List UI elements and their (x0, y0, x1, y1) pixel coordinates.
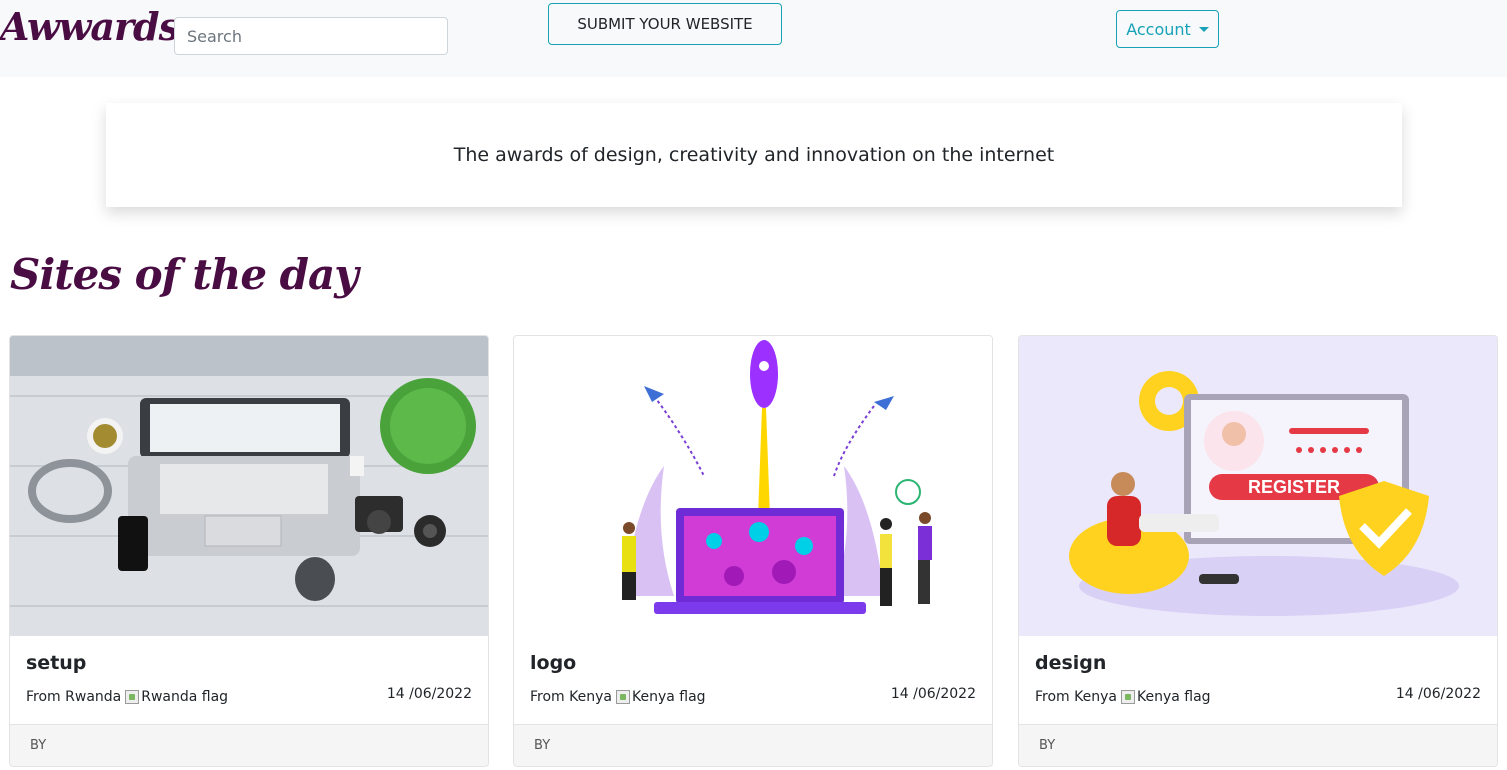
site-card[interactable]: logo From Kenya Kenya flag 14 /06/2022 B… (513, 335, 993, 767)
card-footer-by: BY (1039, 738, 1056, 753)
brand-logo[interactable]: Awwards (0, 4, 180, 49)
account-dropdown-button[interactable]: Account (1116, 10, 1219, 48)
broken-image-icon (615, 690, 630, 704)
card-title[interactable]: design (1035, 652, 1106, 674)
card-footer-by: BY (30, 738, 47, 753)
desk-setup-image[interactable] (10, 336, 488, 636)
flag-alt-text: Kenya flag (631, 689, 706, 705)
card-from-text: From Rwanda (26, 689, 122, 705)
card-from-text: From Kenya (1035, 689, 1117, 705)
flag-image: Kenya flag (1120, 689, 1211, 705)
caret-down-icon (1198, 26, 1209, 32)
account-label: Account (1126, 19, 1191, 39)
card-date: 14 /06/2022 (1395, 686, 1481, 702)
card-title[interactable]: logo (530, 652, 576, 674)
broken-image-icon (1120, 690, 1135, 704)
card-footer: BY (514, 724, 992, 766)
register-image-text: REGISTER (1248, 477, 1340, 497)
search-input[interactable] (174, 17, 448, 55)
section-title: Sites of the day (10, 250, 359, 299)
flag-alt-text: Rwanda flag (141, 689, 229, 705)
flag-image: Rwanda flag (125, 689, 228, 705)
broken-image-icon (125, 690, 140, 704)
card-footer: BY (1019, 724, 1497, 766)
card-title[interactable]: setup (26, 652, 86, 674)
card-from-text: From Kenya (530, 689, 612, 705)
hero-banner: The awards of design, creativity and inn… (106, 103, 1402, 207)
flag-alt-text: Kenya flag (1136, 689, 1211, 705)
submit-website-button[interactable]: SUBMIT YOUR WEBSITE (548, 3, 782, 45)
card-origin: From Kenya Kenya flag (1035, 689, 1211, 705)
rocket-launch-image[interactable] (514, 336, 992, 636)
navbar: Awwards SUBMIT YOUR WEBSITE Account (0, 0, 1507, 77)
card-origin: From Rwanda Rwanda flag (26, 689, 228, 705)
card-footer-by: BY (534, 738, 551, 753)
card-footer: BY (10, 724, 488, 766)
card-origin: From Kenya Kenya flag (530, 689, 706, 705)
card-date: 14 /06/2022 (386, 686, 472, 702)
flag-image: Kenya flag (615, 689, 706, 705)
register-illustration-image[interactable]: REGISTER (1019, 336, 1497, 636)
submit-website-label: SUBMIT YOUR WEBSITE (577, 15, 753, 33)
banner-text: The awards of design, creativity and inn… (453, 144, 1055, 166)
site-card[interactable]: REGISTER design From Kenya Kenya flag 14… (1018, 335, 1498, 767)
site-card[interactable]: setup From Rwanda Rwanda flag 14 /06/202… (9, 335, 489, 767)
card-date: 14 /06/2022 (890, 686, 976, 702)
